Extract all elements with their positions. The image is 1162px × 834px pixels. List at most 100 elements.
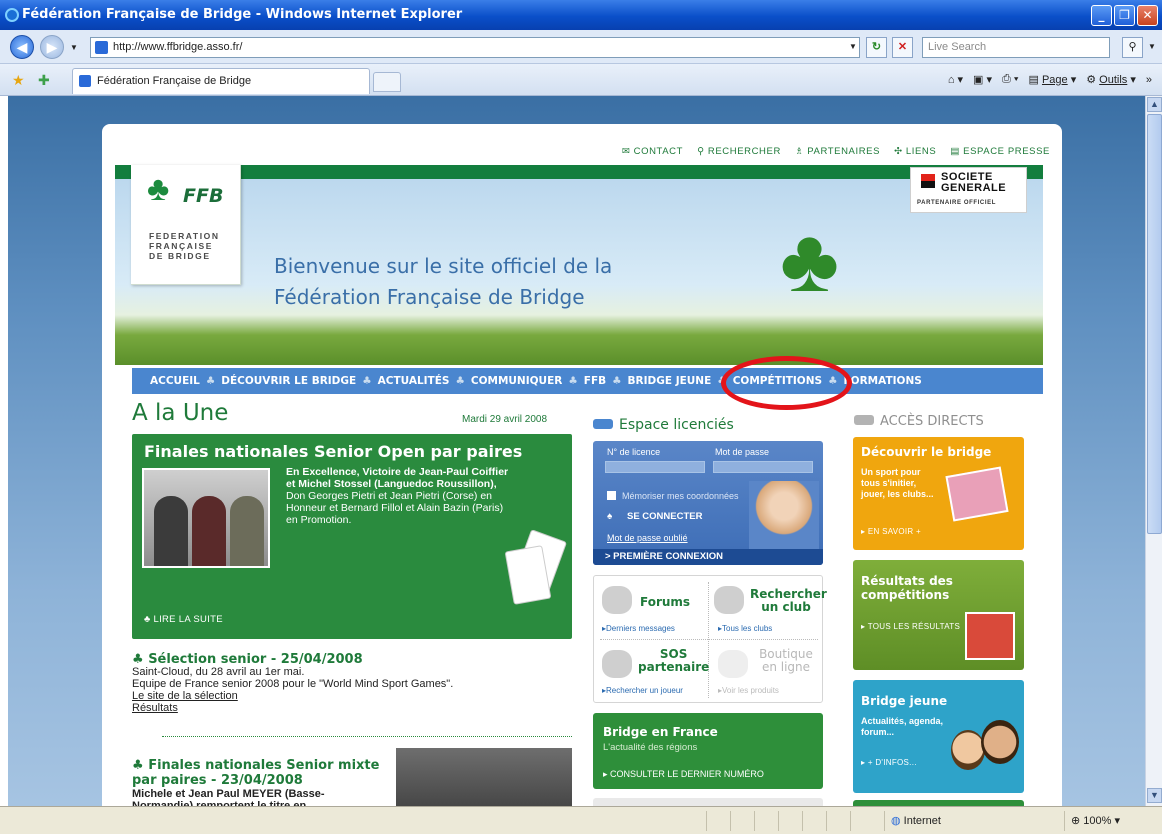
club-icon: ♣ <box>205 375 216 387</box>
more-chevron-icon[interactable]: » <box>1146 74 1152 86</box>
menu-formations[interactable]: FORMATIONS <box>844 375 922 387</box>
news-item: ♣ Sélection senior - 25/04/2008 Saint-Cl… <box>132 653 572 714</box>
menu-communiquer[interactable]: COMMUNIQUER <box>471 375 562 387</box>
refresh-button[interactable]: ↻ <box>866 37 887 58</box>
highlight-circle <box>721 356 852 410</box>
tools-menu[interactable]: ⚙ Outils ▾ <box>1086 73 1136 86</box>
address-dropdown-icon[interactable]: ▼ <box>845 37 861 58</box>
feature-panel[interactable]: Finales nationales Senior Open par paire… <box>132 434 572 639</box>
find-club-link[interactable]: Rechercher un club ▸Tous les clubs <box>710 576 827 639</box>
close-button[interactable]: ✕ <box>1137 5 1158 26</box>
news-text: Michele et Jean Paul MEYER (Basse-Norman… <box>132 788 325 806</box>
page-icon <box>95 41 108 54</box>
ffb-logo[interactable]: ♣ FFB FEDERATION FRANÇAISE DE BRIDGE <box>131 165 241 285</box>
club-icon: ♣ <box>362 375 372 387</box>
history-dropdown-icon[interactable]: ▼ <box>70 43 78 52</box>
bridge-france-panel[interactable]: Bridge en France L'actualité des régions… <box>593 713 823 789</box>
shop-icon <box>718 650 748 678</box>
more-panel <box>593 798 823 806</box>
une-heading: A la Une <box>132 400 229 426</box>
connect-icon: ♠ <box>607 511 613 522</box>
maximize-button[interactable]: ❐ <box>1114 5 1135 26</box>
news-title[interactable]: ♣ Sélection senior - 25/04/2008 <box>132 653 572 666</box>
search-options-icon[interactable]: ▼ <box>1145 37 1159 58</box>
license-input[interactable] <box>605 461 705 473</box>
news-item: ♣ Finales nationales Senior mixte par pa… <box>132 758 382 806</box>
sponsor-logo[interactable]: SOCIETE GENERALE PARTENAIRE OFFICIEL <box>910 167 1027 213</box>
clover-icon: ♣ <box>147 170 170 208</box>
menu-bridge-jeune[interactable]: BRIDGE JEUNE <box>628 375 712 387</box>
first-connection-link[interactable]: > PREMIÈRE CONNEXION <box>593 549 823 565</box>
print-icon[interactable]: ⎙ ▾ <box>1002 73 1018 86</box>
scroll-thumb[interactable] <box>1147 114 1162 534</box>
command-bar: ⌂ ▾ ▣ ▾ ⎙ ▾ ▤ Page ▾ ⚙ Outils ▾ » <box>948 73 1152 86</box>
security-zone: ◍ Internet <box>884 811 1054 831</box>
menu-actualites[interactable]: ACTUALITÉS <box>378 375 450 387</box>
feature-body: En Excellence, Victoire de Jean-Paul Coi… <box>286 466 509 526</box>
stop-button[interactable]: ✕ <box>892 37 913 58</box>
menu-accueil[interactable]: ACCUEIL <box>150 375 200 387</box>
bridge-jeune-panel[interactable]: Bridge jeune Actualités, agenda, forum..… <box>853 680 1024 793</box>
site-page: ✉ CONTACT ⚲ RECHERCHER ♗ PARTENAIRES ✣ L… <box>102 124 1062 806</box>
direct-access-title: ACCÈS DIRECTS <box>854 414 984 429</box>
links-link[interactable]: ✣ LIENS <box>894 146 936 157</box>
minimize-button[interactable]: _ <box>1091 5 1112 26</box>
panel-icon <box>593 419 613 429</box>
press-link[interactable]: ▤ ESPACE PRESSE <box>950 146 1050 157</box>
feeds-icon[interactable]: ▣ ▾ <box>973 73 992 86</box>
sos-partner-link[interactable]: SOS partenaire ▸Rechercher un joueur <box>594 640 709 703</box>
club-icon: ♣ <box>568 375 578 387</box>
search-link[interactable]: ⚲ RECHERCHER <box>697 146 781 157</box>
forward-button[interactable]: ▶ <box>40 35 64 59</box>
password-label: Mot de passe <box>715 447 770 457</box>
page-menu[interactable]: ▤ Page ▾ <box>1029 73 1077 86</box>
results-panel[interactable]: Résultats des compétitions ▸ TOUS LES RÉ… <box>853 560 1024 670</box>
login-panel: N° de licence Mot de passe Mémoriser mes… <box>593 441 823 565</box>
window-title: Fédération Française de Bridge - Windows… <box>22 7 463 22</box>
scroll-up-icon[interactable]: ▲ <box>1147 97 1162 112</box>
connect-button[interactable]: SE CONNECTER <box>627 511 702 522</box>
address-input[interactable]: http://www.ffbridge.asso.fr/ <box>90 37 860 58</box>
zoom-icon: ⊕ <box>1071 815 1081 827</box>
zoom-control[interactable]: ⊕ 100% ▾ <box>1064 811 1156 831</box>
address-toolbar: ◀ ▶ ▼ http://www.ffbridge.asso.fr/ ▼ ↻ ✕… <box>0 30 1162 64</box>
page-icon <box>79 75 91 87</box>
youth-photo <box>951 730 985 770</box>
forums-link[interactable]: Forums ▸Derniers messages <box>594 576 708 639</box>
news-text: Equipe de France senior 2008 pour le "Wo… <box>132 678 454 690</box>
latest-issue-link[interactable]: ▸ CONSULTER LE DERNIER NUMÉRO <box>603 769 764 780</box>
back-button[interactable]: ◀ <box>10 35 34 59</box>
search-button[interactable]: ⚲ <box>1122 37 1143 58</box>
menu-decouvrir[interactable]: DÉCOUVRIR LE BRIDGE <box>221 375 356 387</box>
password-input[interactable] <box>713 461 813 473</box>
selection-site-link[interactable]: Le site de la sélection <box>132 690 238 702</box>
remember-checkbox[interactable]: Mémoriser mes coordonnées <box>607 491 739 501</box>
live-search-input[interactable]: Live Search <box>922 37 1110 58</box>
results-link[interactable]: Résultats <box>132 702 178 714</box>
menu-ffb[interactable]: FFB <box>584 375 606 387</box>
bidding-box-image <box>965 612 1015 660</box>
tab-ffb[interactable]: Fédération Française de Bridge <box>72 68 370 94</box>
new-tab-button[interactable] <box>373 72 401 92</box>
status-bar: ◍ Internet ⊕ 100% ▾ <box>0 806 1162 834</box>
sos-icon <box>602 650 632 678</box>
forgot-password-link[interactable]: Mot de passe oublié <box>607 533 688 543</box>
home-icon[interactable]: ⌂ ▾ <box>948 73 963 86</box>
youth-photo <box>981 720 1019 764</box>
shop-link[interactable]: Boutique en ligne ▸Voir les produits <box>710 640 824 703</box>
club-icon: ♣ <box>612 375 622 387</box>
news-text: Saint-Cloud, du 28 avril au 1er mai. <box>132 666 305 678</box>
news-title[interactable]: ♣ Finales nationales Senior mixte par pa… <box>132 758 382 788</box>
add-favorites-icon[interactable]: ✚ <box>38 72 50 89</box>
read-more-link[interactable]: ♣ LIRE LA SUITE <box>144 614 223 625</box>
partners-link[interactable]: ♗ PARTENAIRES <box>795 146 880 157</box>
scroll-down-icon[interactable]: ▼ <box>1147 788 1162 803</box>
contact-link[interactable]: ✉ CONTACT <box>622 146 683 157</box>
favorites-star-icon[interactable]: ★ <box>12 72 25 89</box>
vertical-scrollbar[interactable]: ▲ ▼ <box>1145 96 1162 806</box>
logo-brand: FFB <box>183 185 224 207</box>
discover-bridge-panel[interactable]: Découvrir le bridge Un sport pour tous s… <box>853 437 1024 550</box>
cards-image <box>945 466 1009 522</box>
internet-explorer-icon <box>5 8 19 22</box>
tab-label: Fédération Française de Bridge <box>97 75 252 87</box>
